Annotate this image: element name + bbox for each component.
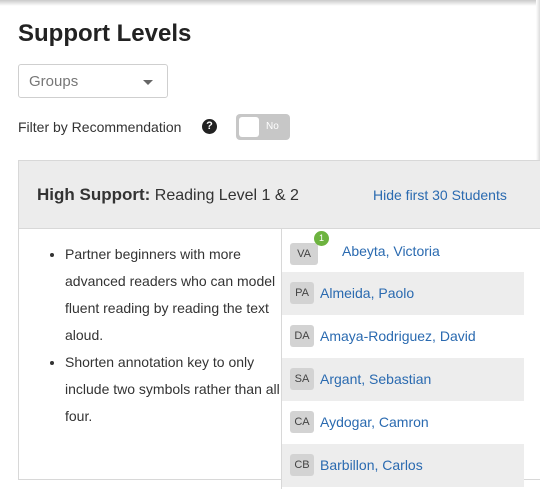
student-row[interactable]: VA 1 Abeyta, Victoria (282, 229, 524, 272)
filter-by-recommendation-label: Filter by Recommendation (18, 119, 182, 135)
recommendation-count-badge: 1 (314, 231, 329, 246)
toggle-label: No (266, 121, 279, 132)
instruction-tips-list: Partner beginners with more advanced rea… (49, 241, 295, 430)
student-initials-avatar: CB (290, 454, 314, 476)
support-level-range: Reading Level 1 & 2 (150, 187, 299, 204)
student-name-link[interactable]: Barbillon, Carlos (320, 457, 423, 473)
student-row[interactable]: SA Argant, Sebastian (282, 358, 524, 401)
student-initials-avatar: CA (290, 411, 314, 433)
student-initials-avatar: DA (290, 325, 314, 347)
tip-item: Shorten annotation key to only include t… (65, 349, 295, 430)
student-name-link[interactable]: Argant, Sebastian (320, 371, 431, 387)
student-initials-avatar: VA (290, 243, 318, 265)
panel-title: High Support: Reading Level 1 & 2 (37, 185, 299, 205)
page-title: Support Levels (18, 20, 192, 47)
student-name-link[interactable]: Amaya-Rodriguez, David (320, 328, 476, 344)
student-name-link[interactable]: Almeida, Paolo (320, 285, 414, 301)
student-row[interactable]: PA Almeida, Paolo (282, 272, 524, 315)
support-level-panel: High Support: Reading Level 1 & 2 Hide f… (18, 160, 540, 489)
recommendation-toggle[interactable]: No (236, 114, 290, 140)
student-initials-avatar: SA (290, 368, 314, 390)
student-initials-avatar: PA (290, 282, 314, 304)
student-name-link[interactable]: Aydogar, Camron (320, 414, 429, 430)
student-row[interactable]: DA Amaya-Rodriguez, David (282, 315, 524, 358)
question-circle-icon[interactable]: ? (202, 119, 217, 134)
tip-item: Partner beginners with more advanced rea… (65, 241, 295, 349)
student-list: VA 1 Abeyta, Victoria PA Almeida, Paolo … (282, 229, 540, 487)
student-name-link[interactable]: Abeyta, Victoria (342, 243, 440, 259)
student-row[interactable]: CA Aydogar, Camron (282, 401, 524, 444)
panel-header: High Support: Reading Level 1 & 2 Hide f… (19, 161, 540, 229)
student-row[interactable]: CB Barbillon, Carlos (282, 444, 524, 487)
groups-dropdown-value: Groups (29, 73, 79, 90)
top-edge-shadow (0, 0, 540, 6)
support-level-name: High Support: (37, 185, 151, 204)
chevron-down-icon (143, 80, 153, 85)
hide-students-link[interactable]: Hide first 30 Students (373, 187, 507, 203)
toggle-knob (239, 117, 259, 137)
groups-dropdown[interactable]: Groups (18, 64, 168, 98)
